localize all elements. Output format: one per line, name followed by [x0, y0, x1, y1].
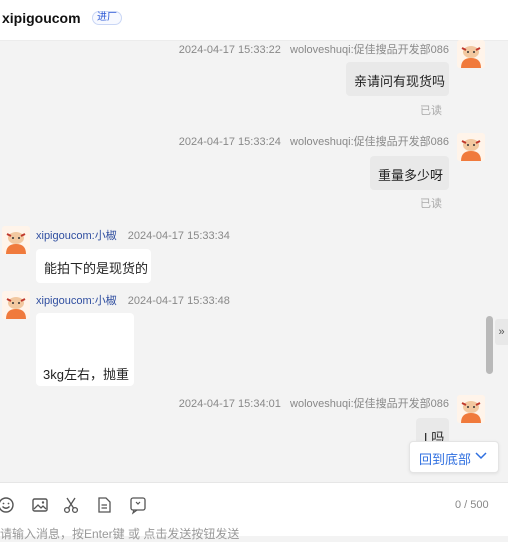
- cow-avatar-icon: [457, 133, 485, 161]
- back-to-bottom-label: 回到底部: [419, 452, 472, 467]
- screenshot-button[interactable]: [61, 495, 81, 515]
- input-toolbar: 0 / 500 请输入消息，按Enter键 或 点击发送按钮发送: [0, 482, 508, 541]
- message-bubble[interactable]: 能拍下的是现货的: [36, 249, 151, 283]
- message-text: 3kg左右，抛重: [43, 367, 129, 382]
- message-text: 重量多少呀: [378, 168, 444, 183]
- expand-panel-handle[interactable]: »: [495, 319, 508, 345]
- quick-reply-icon: [130, 497, 146, 515]
- message-text: 亲请问有现货吗: [354, 74, 446, 89]
- cow-avatar-icon: [2, 291, 30, 319]
- quick-reply-button[interactable]: [128, 495, 148, 515]
- message-time: 2024-04-17 15:33:24: [178, 136, 281, 148]
- double-chevron-right-icon: »: [498, 326, 505, 338]
- avatar[interactable]: [457, 395, 485, 423]
- message-bubble[interactable]: 3kg左右，抛重: [36, 313, 134, 386]
- message-time: 2024-04-17 15:33:48: [127, 295, 230, 307]
- chat-header: xipigoucom 进厂: [0, 0, 508, 41]
- avatar[interactable]: [457, 133, 485, 161]
- message-sender: woloveshuqi:促佳搜品开发部086: [290, 136, 449, 148]
- message-time: 2024-04-17 15:33:22: [178, 44, 281, 56]
- message-sender: xipigoucom:小椒: [36, 230, 117, 242]
- read-status: 已读: [420, 198, 442, 210]
- contact-name[interactable]: xipigoucom: [2, 10, 81, 26]
- message-time: 2024-04-17 15:33:34: [127, 230, 230, 242]
- message-meta: xipigoucom:小椒 2024-04-17 15:33:34: [36, 227, 230, 243]
- order-button[interactable]: [94, 495, 114, 515]
- emoji-icon: [0, 497, 14, 513]
- cow-avatar-icon: [457, 395, 485, 423]
- read-status: 已读: [420, 105, 442, 117]
- image-button[interactable]: [30, 495, 50, 515]
- document-icon: [98, 497, 111, 513]
- scissors-icon: [63, 497, 79, 514]
- avatar[interactable]: [457, 40, 485, 68]
- message-sender: woloveshuqi:促佳搜品开发部086: [290, 44, 449, 56]
- message-sender: xipigoucom:小椒: [36, 295, 117, 307]
- message-meta: 2024-04-17 15:34:01 woloveshuqi:促佳搜品开发部0…: [179, 395, 449, 411]
- char-counter: 0 / 500: [455, 499, 489, 511]
- message-text: 能拍下的是现货的: [44, 261, 149, 276]
- message-meta: 2024-04-17 15:33:22 woloveshuqi:促佳搜品开发部0…: [179, 41, 449, 57]
- message-bubble[interactable]: 亲请问有现货吗: [346, 62, 449, 96]
- avatar[interactable]: [2, 226, 30, 254]
- back-to-bottom-button[interactable]: 回到底部: [409, 441, 499, 473]
- message-sender: woloveshuqi:促佳搜品开发部086: [290, 398, 449, 410]
- message-time: 2024-04-17 15:34:01: [178, 398, 281, 410]
- cow-avatar-icon: [457, 40, 485, 68]
- message-list[interactable]: 2024-04-17 15:33:22 woloveshuqi:促佳搜品开发部0…: [0, 40, 495, 481]
- message-bubble[interactable]: 重量多少呀: [370, 156, 449, 190]
- scrollbar-thumb[interactable]: [486, 316, 493, 374]
- cow-avatar-icon: [2, 226, 30, 254]
- chevron-down-icon: [475, 452, 487, 460]
- emoji-button[interactable]: [0, 495, 16, 515]
- message-meta: 2024-04-17 15:33:24 woloveshuqi:促佳搜品开发部0…: [179, 133, 449, 149]
- avatar[interactable]: [2, 291, 30, 319]
- message-meta: xipigoucom:小椒 2024-04-17 15:33:48: [36, 292, 230, 308]
- message-input-placeholder[interactable]: 请输入消息，按Enter键 或 点击发送按钮发送: [0, 525, 239, 542]
- shop-badge[interactable]: 进厂: [92, 11, 122, 25]
- image-icon: [32, 498, 48, 512]
